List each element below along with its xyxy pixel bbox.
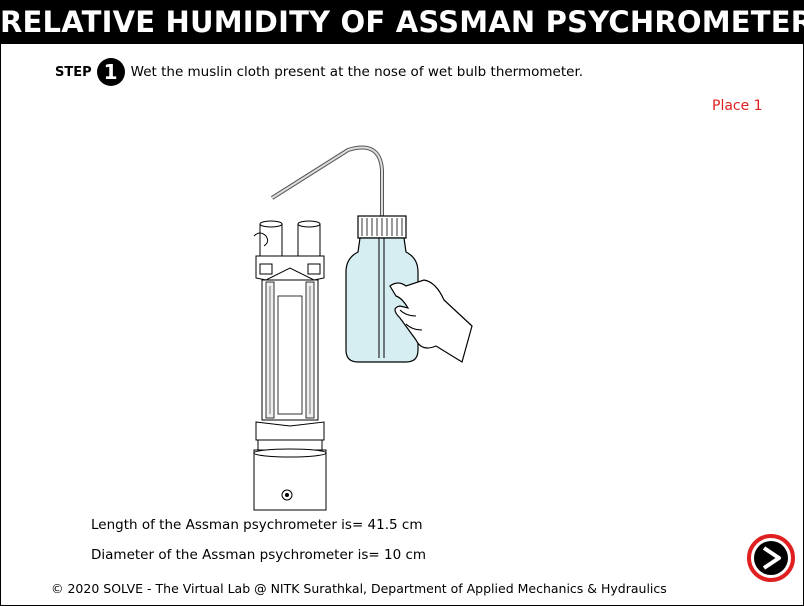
psychrometer-illustration[interactable] bbox=[240, 140, 480, 520]
length-info: Length of the Assman psychrometer is= 41… bbox=[91, 517, 423, 533]
step-number-badge: 1 bbox=[96, 58, 125, 86]
page-title: RELATIVE HUMIDITY OF ASSMAN PSYCHROMETER bbox=[0, 0, 804, 44]
step-text: Wet the muslin cloth present at the nose… bbox=[130, 64, 584, 80]
place-label: Place 1 bbox=[712, 98, 763, 114]
psychrometer-icon[interactable] bbox=[253, 220, 327, 511]
arrow-right-icon bbox=[747, 534, 795, 582]
diameter-info: Diameter of the Assman psychrometer is= … bbox=[91, 547, 427, 563]
next-button[interactable] bbox=[746, 533, 796, 583]
step-instruction: STEP 1 Wet the muslin cloth present at t… bbox=[55, 58, 583, 86]
step-label: STEP bbox=[55, 64, 92, 80]
footer-credit: © 2020 SOLVE - The Virtual Lab @ NITK Su… bbox=[51, 581, 667, 596]
